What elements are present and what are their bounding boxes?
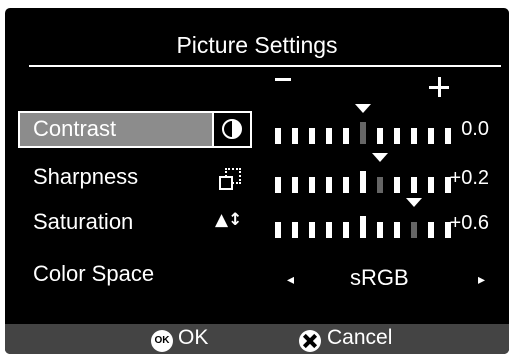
contrast-scale[interactable] bbox=[275, 104, 455, 144]
contrast-icon-box bbox=[212, 111, 252, 148]
scale-marker bbox=[406, 198, 422, 207]
footer-bar bbox=[5, 324, 509, 354]
plus-indicator bbox=[429, 77, 449, 97]
scale-tick bbox=[411, 222, 417, 238]
scale-tick bbox=[309, 128, 315, 144]
scale-tick bbox=[309, 222, 315, 238]
sharpness-scale[interactable] bbox=[275, 153, 455, 193]
scale-marker bbox=[355, 104, 371, 113]
scale-tick bbox=[275, 177, 281, 193]
scale-tick bbox=[394, 222, 400, 238]
scale-tick bbox=[360, 171, 366, 193]
scale-tick bbox=[309, 177, 315, 193]
title-divider bbox=[29, 65, 501, 67]
saturation-value: +0.6 bbox=[449, 212, 489, 234]
scale-marker bbox=[372, 153, 388, 162]
scale-tick bbox=[377, 128, 383, 144]
scale-tick bbox=[343, 128, 349, 144]
scale-tick bbox=[428, 222, 434, 238]
scale-tick bbox=[377, 222, 383, 238]
scale-tick bbox=[445, 128, 451, 144]
scale-tick bbox=[326, 177, 332, 193]
scale-tick bbox=[292, 222, 298, 238]
color-space-value[interactable]: sRGB bbox=[350, 265, 409, 291]
scale-tick bbox=[292, 177, 298, 193]
color-space-right-arrow[interactable]: ▸ bbox=[478, 271, 485, 288]
color-space-label[interactable]: Color Space bbox=[33, 261, 154, 287]
color-space-left-arrow[interactable]: ◂ bbox=[287, 271, 294, 288]
scale-tick bbox=[343, 222, 349, 238]
cancel-button-icon[interactable] bbox=[299, 330, 321, 352]
scale-tick bbox=[428, 128, 434, 144]
contrast-value: 0.0 bbox=[461, 118, 489, 140]
ok-button-label[interactable]: OK bbox=[178, 326, 208, 350]
scale-tick bbox=[275, 128, 281, 144]
scale-tick bbox=[326, 128, 332, 144]
saturation-label[interactable]: Saturation bbox=[33, 209, 133, 235]
contrast-icon bbox=[222, 119, 242, 139]
minus-indicator bbox=[275, 78, 291, 81]
scale-tick bbox=[394, 177, 400, 193]
camera-menu-screen: Picture Settings Contrast 0.0 Sharpness … bbox=[5, 8, 509, 354]
scale-tick bbox=[292, 128, 298, 144]
menu-title: Picture Settings bbox=[176, 32, 338, 58]
saturation-icon: ▲↕ bbox=[215, 210, 243, 230]
sharpness-icon bbox=[219, 168, 241, 190]
sharpness-label[interactable]: Sharpness bbox=[33, 164, 138, 190]
scale-tick bbox=[394, 128, 400, 144]
cancel-button-label[interactable]: Cancel bbox=[327, 326, 392, 350]
scale-tick bbox=[377, 177, 383, 193]
saturation-scale[interactable] bbox=[275, 198, 455, 238]
scale-tick bbox=[411, 128, 417, 144]
scale-tick bbox=[428, 177, 434, 193]
scale-tick bbox=[360, 216, 366, 238]
contrast-label[interactable]: Contrast bbox=[33, 116, 116, 142]
scale-tick bbox=[360, 122, 366, 144]
scale-tick bbox=[275, 222, 281, 238]
sharpness-value: +0.2 bbox=[449, 167, 489, 189]
ok-button-icon[interactable]: OK bbox=[151, 330, 173, 352]
scale-tick bbox=[326, 222, 332, 238]
scale-tick bbox=[411, 177, 417, 193]
scale-tick bbox=[343, 177, 349, 193]
